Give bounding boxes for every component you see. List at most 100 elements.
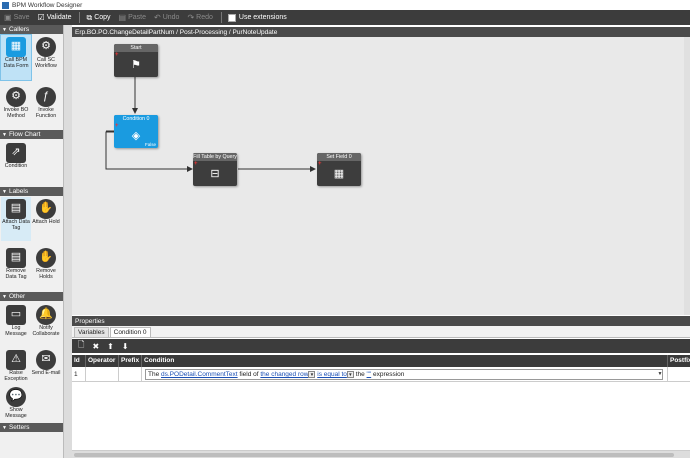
other-section-header[interactable]: ▼ Other (0, 292, 63, 301)
condition-dropdown-icon[interactable]: ▼ (656, 369, 664, 380)
condition-expression-field[interactable]: The ds.PODetail.CommentText field of the… (145, 369, 663, 380)
message-icon: 💬 (6, 387, 26, 407)
panel-splitter[interactable] (64, 25, 72, 458)
tool-remove-holds[interactable]: ✋ Remove Holds (31, 246, 61, 280)
connectors (105, 77, 316, 172)
column-header-postfix[interactable]: Postfix (668, 355, 690, 367)
toolbar-separator (220, 12, 222, 23)
tab-condition-0[interactable]: Condition 0 (109, 327, 151, 337)
labels-tools: ▤ Attach Data Tag ✋ Attach Hold ▤ Remove… (0, 196, 63, 292)
redo-button[interactable]: ↷ Redo (187, 13, 212, 22)
scrollbar-thumb[interactable] (74, 453, 674, 457)
collapse-icon: ▼ (2, 26, 7, 33)
column-header-prefix[interactable]: Prefix (119, 355, 142, 367)
move-up-icon[interactable]: ⬆ (107, 342, 114, 351)
column-header-condition[interactable]: Condition (142, 355, 668, 367)
paste-icon: ▤ (118, 13, 127, 22)
tool-invoke-function[interactable]: ƒ Invoke Function (31, 85, 61, 119)
operator-link[interactable]: is equal to (317, 371, 347, 378)
copy-icon: ⧉ (86, 12, 93, 22)
tool-show-message[interactable]: 💬 Show Message (1, 385, 31, 419)
tool-notify-collaborate[interactable]: 🔔 Notify Collaborate (31, 303, 61, 337)
tool-raise-exception[interactable]: ⚠ Raise Exception (1, 348, 31, 382)
email-icon: ✉ (36, 350, 56, 370)
designer-canvas[interactable]: Start ⚑ + Condition 0 ◈ + False Fill Tab… (72, 37, 690, 315)
tab-variables[interactable]: Variables (74, 327, 109, 337)
undo-icon: ↶ (154, 13, 161, 22)
labels-section-header[interactable]: ▼ Labels (0, 187, 63, 196)
tool-attach-data-tag[interactable]: ▤ Attach Data Tag (1, 197, 31, 241)
validate-button[interactable]: ☑ Validate (38, 13, 72, 22)
exception-icon: ⚠ (6, 350, 26, 370)
row-dropdown-icon[interactable]: ▼ (308, 370, 316, 378)
callers-section-header[interactable]: ▼ Callers (0, 25, 63, 34)
function-icon: ƒ (36, 87, 56, 107)
tool-call-bpm-data-form[interactable]: ▦ Call BPM Data Form (0, 34, 32, 81)
tool-send-email[interactable]: ✉ Send E-mail (31, 348, 61, 377)
pin-icon: + (318, 161, 322, 167)
move-down-icon[interactable]: ⬇ (122, 342, 129, 351)
callers-tools: ▦ Call BPM Data Form ⚙ Call SC Workflow … (0, 34, 63, 130)
workflow-icon: ⚙ (36, 37, 56, 57)
collapse-icon: ▼ (2, 131, 7, 138)
hold-icon: ✋ (36, 199, 56, 219)
tool-condition[interactable]: ⇗ Condition (1, 141, 31, 170)
redo-icon: ↷ (187, 13, 195, 22)
setters-section-header[interactable]: ▼ Setters (0, 423, 63, 432)
row-link[interactable]: the changed row (260, 371, 308, 378)
node-condition[interactable]: Condition 0 ◈ + False (114, 115, 158, 148)
flow-chart-tools: ⇗ Condition (0, 139, 63, 187)
node-set-field[interactable]: Set Field 0 ▦ + (317, 153, 361, 186)
app-icon (2, 1, 9, 9)
properties-toolbar: 🗋 ✖ ⬆ ⬇ (72, 339, 690, 353)
flag-icon: ⚑ (131, 59, 141, 71)
tool-attach-hold[interactable]: ✋ Attach Hold (31, 197, 61, 226)
save-icon: ▣ (4, 13, 12, 22)
data-form-icon: ▦ (6, 37, 26, 57)
bell-icon: 🔔 (36, 305, 56, 325)
new-row-icon[interactable]: 🗋 (78, 339, 84, 353)
cell-prefix[interactable] (119, 367, 142, 382)
tool-remove-data-tag[interactable]: ▤ Remove Data Tag (1, 246, 31, 280)
tool-invoke-bo-method[interactable]: ⚙ Invoke BO Method (1, 85, 31, 119)
column-header-id[interactable]: Id (72, 355, 86, 367)
properties-horizontal-scrollbar[interactable] (72, 450, 690, 458)
undo-button[interactable]: ↶ Undo (154, 13, 179, 22)
remove-data-tag-icon: ▤ (6, 248, 26, 268)
node-start[interactable]: Start ⚑ + (114, 44, 158, 77)
set-field-icon: ▦ (333, 168, 345, 180)
flow-chart-section-header[interactable]: ▼ Flow Chart (0, 130, 63, 139)
properties-header: Properties (72, 316, 690, 326)
window-title: BPM Workflow Designer (12, 1, 83, 9)
main-toolbar: ▣ Save ☑ Validate ⧉ Copy ▤ Paste ↶ Undo ↷ Redo… (0, 10, 690, 25)
paste-button[interactable]: ▤ Paste (119, 13, 146, 22)
column-header-operator[interactable]: Operator (86, 355, 119, 367)
collapse-icon: ▼ (2, 188, 7, 195)
designer-breadcrumb: Erp.BO.PO.ChangeDetailPartNum / Post-Pro… (72, 27, 690, 37)
field-link[interactable]: ds.PODetail.CommentText (161, 371, 238, 378)
bo-method-icon: ⚙ (6, 87, 26, 107)
cell-id: 1 (72, 367, 86, 382)
tool-call-sc-workflow[interactable]: ⚙ Call SC Workflow (31, 35, 61, 69)
canvas-vertical-scrollbar[interactable] (684, 37, 690, 315)
toolbar-separator (79, 12, 81, 23)
save-button[interactable]: ▣ Save (4, 13, 30, 22)
collapse-icon: ▼ (2, 293, 7, 300)
copy-button[interactable]: ⧉ Copy (86, 13, 110, 23)
pin-icon: + (115, 52, 119, 58)
delete-icon[interactable]: ✖ (92, 342, 99, 351)
node-fill-table-by-query[interactable]: Fill Table by Query ⊟ + (193, 153, 237, 186)
pin-icon: + (115, 123, 119, 129)
tool-log-message[interactable]: ▭ Log Message (1, 303, 31, 337)
pin-icon: + (194, 161, 198, 167)
condition-icon: ⇗ (6, 143, 26, 163)
use-extensions-toggle[interactable]: Use extensions (227, 13, 287, 22)
tool-palette: ▼ Callers ▦ Call BPM Data Form ⚙ Call SC … (0, 25, 64, 458)
properties-tabs: Variables Condition 0 (72, 326, 690, 338)
cell-postfix[interactable] (668, 367, 690, 382)
data-tag-icon: ▤ (6, 199, 26, 219)
collapse-icon: ▼ (2, 424, 7, 431)
use-extensions-checkbox[interactable] (227, 13, 236, 22)
operator-dropdown-icon[interactable]: ▼ (346, 370, 354, 378)
cell-operator[interactable] (86, 367, 119, 382)
